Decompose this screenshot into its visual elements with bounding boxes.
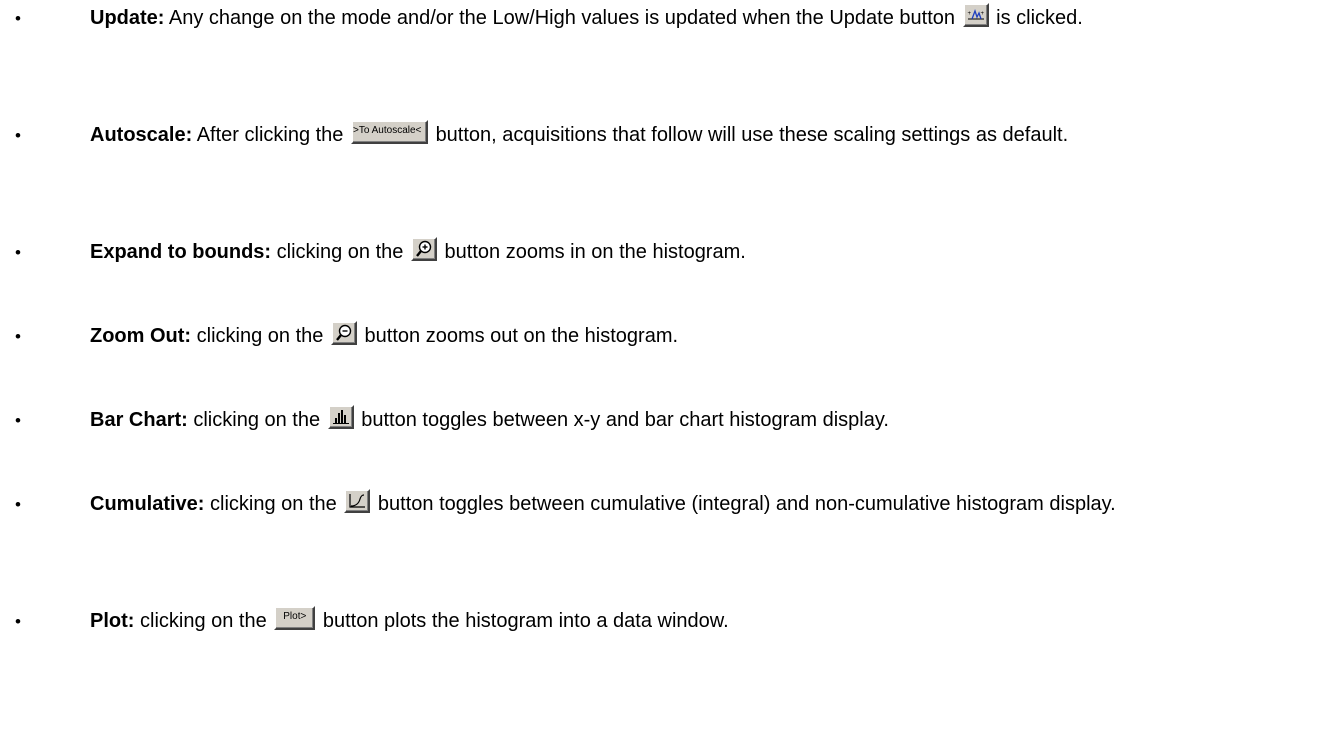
list-item-cumulative: • Cumulative: clicking on the button tog… — [8, 488, 1326, 521]
description-text: button zooms in on the histogram. — [444, 241, 746, 263]
description-text: button toggles between x-y and bar chart… — [361, 409, 889, 431]
list-item-autoscale: • Autoscale: After clicking the >To Auto… — [8, 119, 1326, 152]
list-item-expand-to-bounds: • Expand to bounds: clicking on the butt… — [8, 236, 1326, 269]
bullet: • — [15, 495, 21, 514]
bar-chart-icon — [332, 410, 349, 424]
bullet: • — [15, 243, 21, 262]
list-item-plot: • Plot: clicking on the Plot> button plo… — [8, 605, 1326, 638]
bullet: • — [15, 9, 21, 28]
bullet: • — [15, 327, 21, 346]
term-label: Plot: — [90, 610, 135, 632]
cumulative-icon — [349, 494, 366, 508]
zoom-out-icon — [336, 324, 352, 341]
expand-to-bounds-button[interactable] — [410, 237, 437, 261]
term-label: Zoom Out: — [90, 325, 192, 347]
description-text: button toggles between cumulative (integ… — [377, 493, 1116, 515]
svg-text:+: + — [967, 11, 971, 17]
description-text: clicking on the — [193, 409, 321, 431]
document-page: • Update: Any change on the mode and/or … — [0, 0, 1336, 731]
description-text: button, acquisitions that follow will us… — [435, 124, 1069, 146]
bar-chart-button[interactable] — [327, 405, 354, 429]
description-text: button zooms out on the histogram. — [364, 325, 679, 347]
list-item-text: Plot: clicking on the Plot> button plots… — [90, 605, 1326, 638]
cumulative-button[interactable] — [344, 489, 371, 513]
bullet: • — [15, 612, 21, 631]
update-button[interactable]: + + — [962, 3, 989, 27]
list-item-update: • Update: Any change on the mode and/or … — [8, 2, 1326, 35]
svg-text:+: + — [980, 11, 984, 17]
term-label: Expand to bounds: — [90, 241, 272, 263]
list-item-text: Autoscale: After clicking the >To Autosc… — [90, 119, 1326, 152]
to-autoscale-button[interactable]: >To Autoscale< — [351, 120, 428, 144]
term-label: Update: — [90, 7, 165, 29]
list-item-text: Update: Any change on the mode and/or th… — [90, 2, 1326, 35]
description-text: clicking on the — [196, 325, 324, 347]
description-text: is clicked. — [996, 7, 1083, 29]
term-label: Autoscale: — [90, 124, 193, 146]
list-item-bar-chart: • Bar Chart: clicking on the button togg… — [8, 404, 1326, 437]
plot-button[interactable]: Plot> — [274, 606, 316, 630]
zoom-in-icon — [416, 240, 432, 257]
description-text: button plots the histogram into a data w… — [322, 610, 729, 632]
list-item-text: Expand to bounds: clicking on the button… — [90, 236, 1326, 269]
description-text: After clicking the — [196, 124, 344, 146]
description-text: Any change on the mode and/or the Low/Hi… — [168, 7, 956, 29]
description-text: clicking on the — [140, 610, 267, 632]
list-item-text: Cumulative: clicking on the button toggl… — [90, 488, 1326, 521]
description-text: clicking on the — [276, 241, 404, 263]
bullet: • — [15, 411, 21, 430]
description-text: clicking on the — [210, 493, 337, 515]
list-item-zoom-out: • Zoom Out: clicking on the button zooms… — [8, 320, 1326, 353]
zoom-out-button[interactable] — [330, 321, 357, 345]
update-icon: + + — [967, 9, 984, 20]
list-item-text: Zoom Out: clicking on the button zooms o… — [90, 320, 1326, 353]
list-item-text: Bar Chart: clicking on the button toggle… — [90, 404, 1326, 437]
term-label: Bar Chart: — [90, 409, 188, 431]
term-label: Cumulative: — [90, 493, 205, 515]
bullet: • — [15, 126, 21, 145]
